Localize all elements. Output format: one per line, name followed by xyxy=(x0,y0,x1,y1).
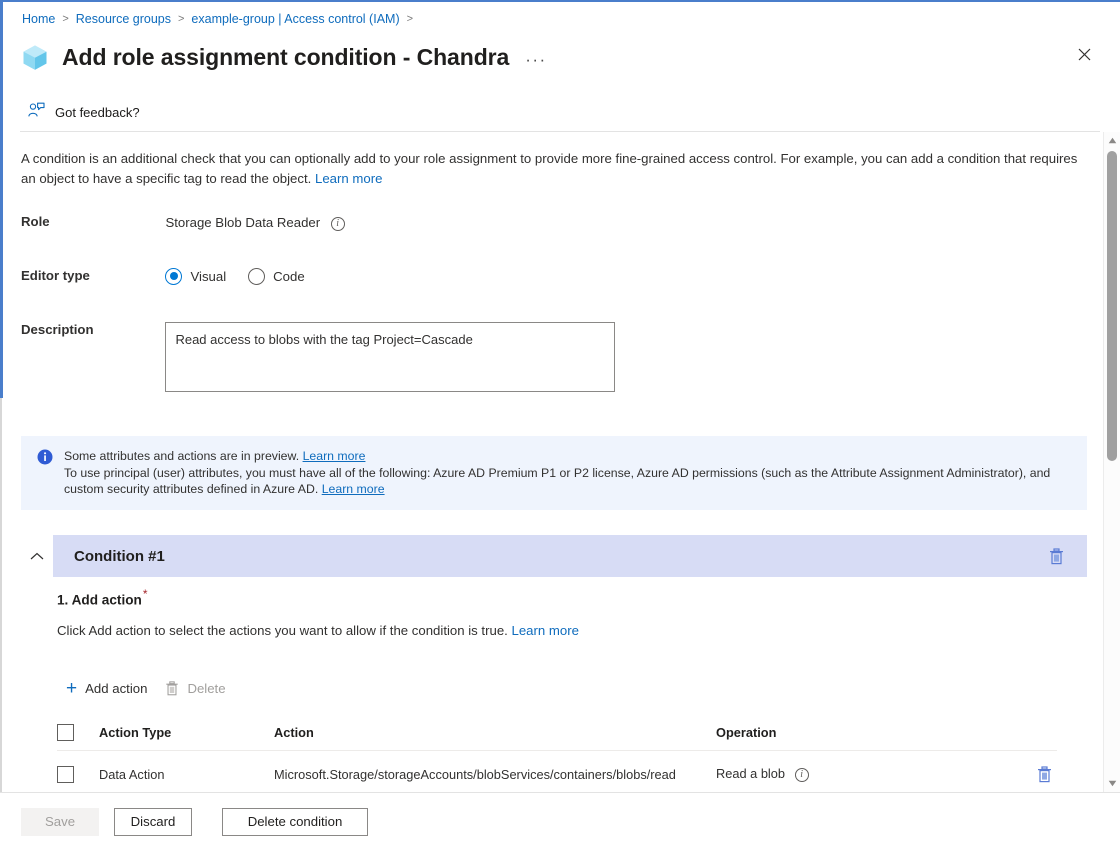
editor-type-radio-code[interactable]: Code xyxy=(248,268,305,285)
description-input[interactable] xyxy=(165,322,615,392)
page-title: Add role assignment condition - Chandra xyxy=(62,44,509,71)
condition-banner: Condition #1 xyxy=(53,535,1087,577)
preview-info-text: Some attributes and actions are in previ… xyxy=(64,448,1073,498)
more-options-icon[interactable]: ··· xyxy=(525,50,546,70)
delete-action-button[interactable]: Delete xyxy=(156,673,234,703)
column-header-actions xyxy=(1016,716,1057,751)
editor-type-label: Editor type xyxy=(21,268,161,283)
preview-info-line2-link[interactable]: Learn more xyxy=(322,482,385,496)
azure-portal-blade: Home > Resource groups > example-group |… xyxy=(0,0,1120,850)
save-button[interactable]: Save xyxy=(21,808,99,836)
select-all-checkbox[interactable] xyxy=(57,724,74,741)
condition-header-row: Condition #1 xyxy=(21,535,1087,577)
blade-title-row: Add role assignment condition - Chandra … xyxy=(20,36,547,78)
add-action-button[interactable]: + Add action xyxy=(57,673,156,703)
condition-title: Condition #1 xyxy=(74,548,165,565)
cell-operation-label: Read a blob xyxy=(716,766,785,781)
azure-cube-icon xyxy=(20,42,50,72)
got-feedback-label: Got feedback? xyxy=(55,105,140,120)
column-header-action: Action xyxy=(274,716,716,751)
add-action-learn-more-link[interactable]: Learn more xyxy=(512,623,579,638)
vertical-scrollbar[interactable] xyxy=(1103,132,1120,792)
operation-info-icon[interactable]: i xyxy=(795,768,809,782)
required-marker: * xyxy=(143,587,148,601)
got-feedback-button[interactable]: Got feedback? xyxy=(28,100,140,124)
editor-type-code-label: Code xyxy=(273,269,305,284)
blade-footer: Save Discard Delete condition xyxy=(0,792,1120,850)
intro-text: A condition is an additional check that … xyxy=(21,151,1077,186)
radio-unselected-icon xyxy=(248,268,265,285)
feedback-person-icon xyxy=(28,102,45,123)
add-action-section: 1. Add action* Click Add action to selec… xyxy=(57,587,1057,638)
blade-content: A condition is an additional check that … xyxy=(0,132,1104,792)
breadcrumb: Home > Resource groups > example-group |… xyxy=(22,9,420,29)
scroll-up-arrow-icon[interactable] xyxy=(1104,132,1120,149)
preview-info-banner: Some attributes and actions are in previ… xyxy=(21,436,1087,510)
column-header-operation: Operation xyxy=(716,716,1016,751)
description-label: Description xyxy=(21,322,161,337)
breadcrumb-separator-icon: > xyxy=(62,14,68,25)
description-row: Description xyxy=(21,322,615,392)
chevron-up-icon[interactable] xyxy=(21,535,53,577)
trash-icon xyxy=(165,681,179,696)
preview-info-line1: Some attributes and actions are in previ… xyxy=(64,449,299,463)
cell-action: Microsoft.Storage/storageAccounts/blobSe… xyxy=(274,751,716,792)
info-circle-icon xyxy=(37,449,53,498)
select-all-header xyxy=(57,716,99,751)
discard-button[interactable]: Discard xyxy=(114,808,192,836)
table-header-row: Action Type Action Operation xyxy=(57,716,1057,751)
add-action-description: Click Add action to select the actions y… xyxy=(57,623,1057,638)
cell-row-delete xyxy=(1016,751,1057,792)
breadcrumb-item-home[interactable]: Home xyxy=(22,12,55,26)
row-delete-button[interactable] xyxy=(1031,761,1057,787)
add-action-button-label: Add action xyxy=(85,681,147,696)
plus-icon: + xyxy=(66,679,77,698)
role-value: Storage Blob Data Reader xyxy=(165,215,320,230)
preview-info-line2: To use principal (user) attributes, you … xyxy=(64,466,1050,497)
cell-action-type: Data Action xyxy=(99,751,274,792)
actions-table: Action Type Action Operation Data Action… xyxy=(57,716,1057,792)
scrollbar-thumb[interactable] xyxy=(1107,151,1117,461)
top-accent-rule xyxy=(0,0,1120,2)
breadcrumb-item-resource-groups[interactable]: Resource groups xyxy=(76,12,171,26)
action-command-bar: + Add action Delete xyxy=(57,673,235,703)
delete-condition-button[interactable]: Delete condition xyxy=(222,808,368,836)
delete-action-button-label: Delete xyxy=(187,681,225,696)
intro-paragraph: A condition is an additional check that … xyxy=(21,149,1087,189)
editor-type-radio-visual[interactable]: Visual xyxy=(165,268,226,285)
cell-operation: Read a blob i xyxy=(716,751,1016,792)
add-action-title: 1. Add action xyxy=(57,592,142,607)
column-header-action-type: Action Type xyxy=(99,716,274,751)
role-field-row: Role Storage Blob Data Reader i xyxy=(21,214,345,232)
scroll-down-arrow-icon[interactable] xyxy=(1104,775,1120,792)
radio-selected-icon xyxy=(165,268,182,285)
close-button[interactable] xyxy=(1068,38,1100,70)
role-label: Role xyxy=(21,214,161,229)
table-row[interactable]: Data Action Microsoft.Storage/storageAcc… xyxy=(57,751,1057,792)
intro-learn-more-link[interactable]: Learn more xyxy=(315,171,382,186)
condition-delete-button[interactable] xyxy=(1043,543,1069,569)
role-info-icon[interactable]: i xyxy=(331,217,345,231)
editor-type-row: Editor type Visual Code xyxy=(21,268,327,290)
breadcrumb-separator-icon: > xyxy=(407,14,413,25)
row-select-cell xyxy=(57,751,99,792)
preview-info-line1-link[interactable]: Learn more xyxy=(303,449,366,463)
breadcrumb-separator-icon: > xyxy=(178,14,184,25)
editor-type-visual-label: Visual xyxy=(190,269,226,284)
row-checkbox[interactable] xyxy=(57,766,74,783)
add-action-description-text: Click Add action to select the actions y… xyxy=(57,623,508,638)
editor-type-radio-group: Visual Code xyxy=(165,268,326,285)
breadcrumb-item-example-group[interactable]: example-group | Access control (IAM) xyxy=(191,12,399,26)
add-action-heading: 1. Add action* xyxy=(57,587,1057,609)
